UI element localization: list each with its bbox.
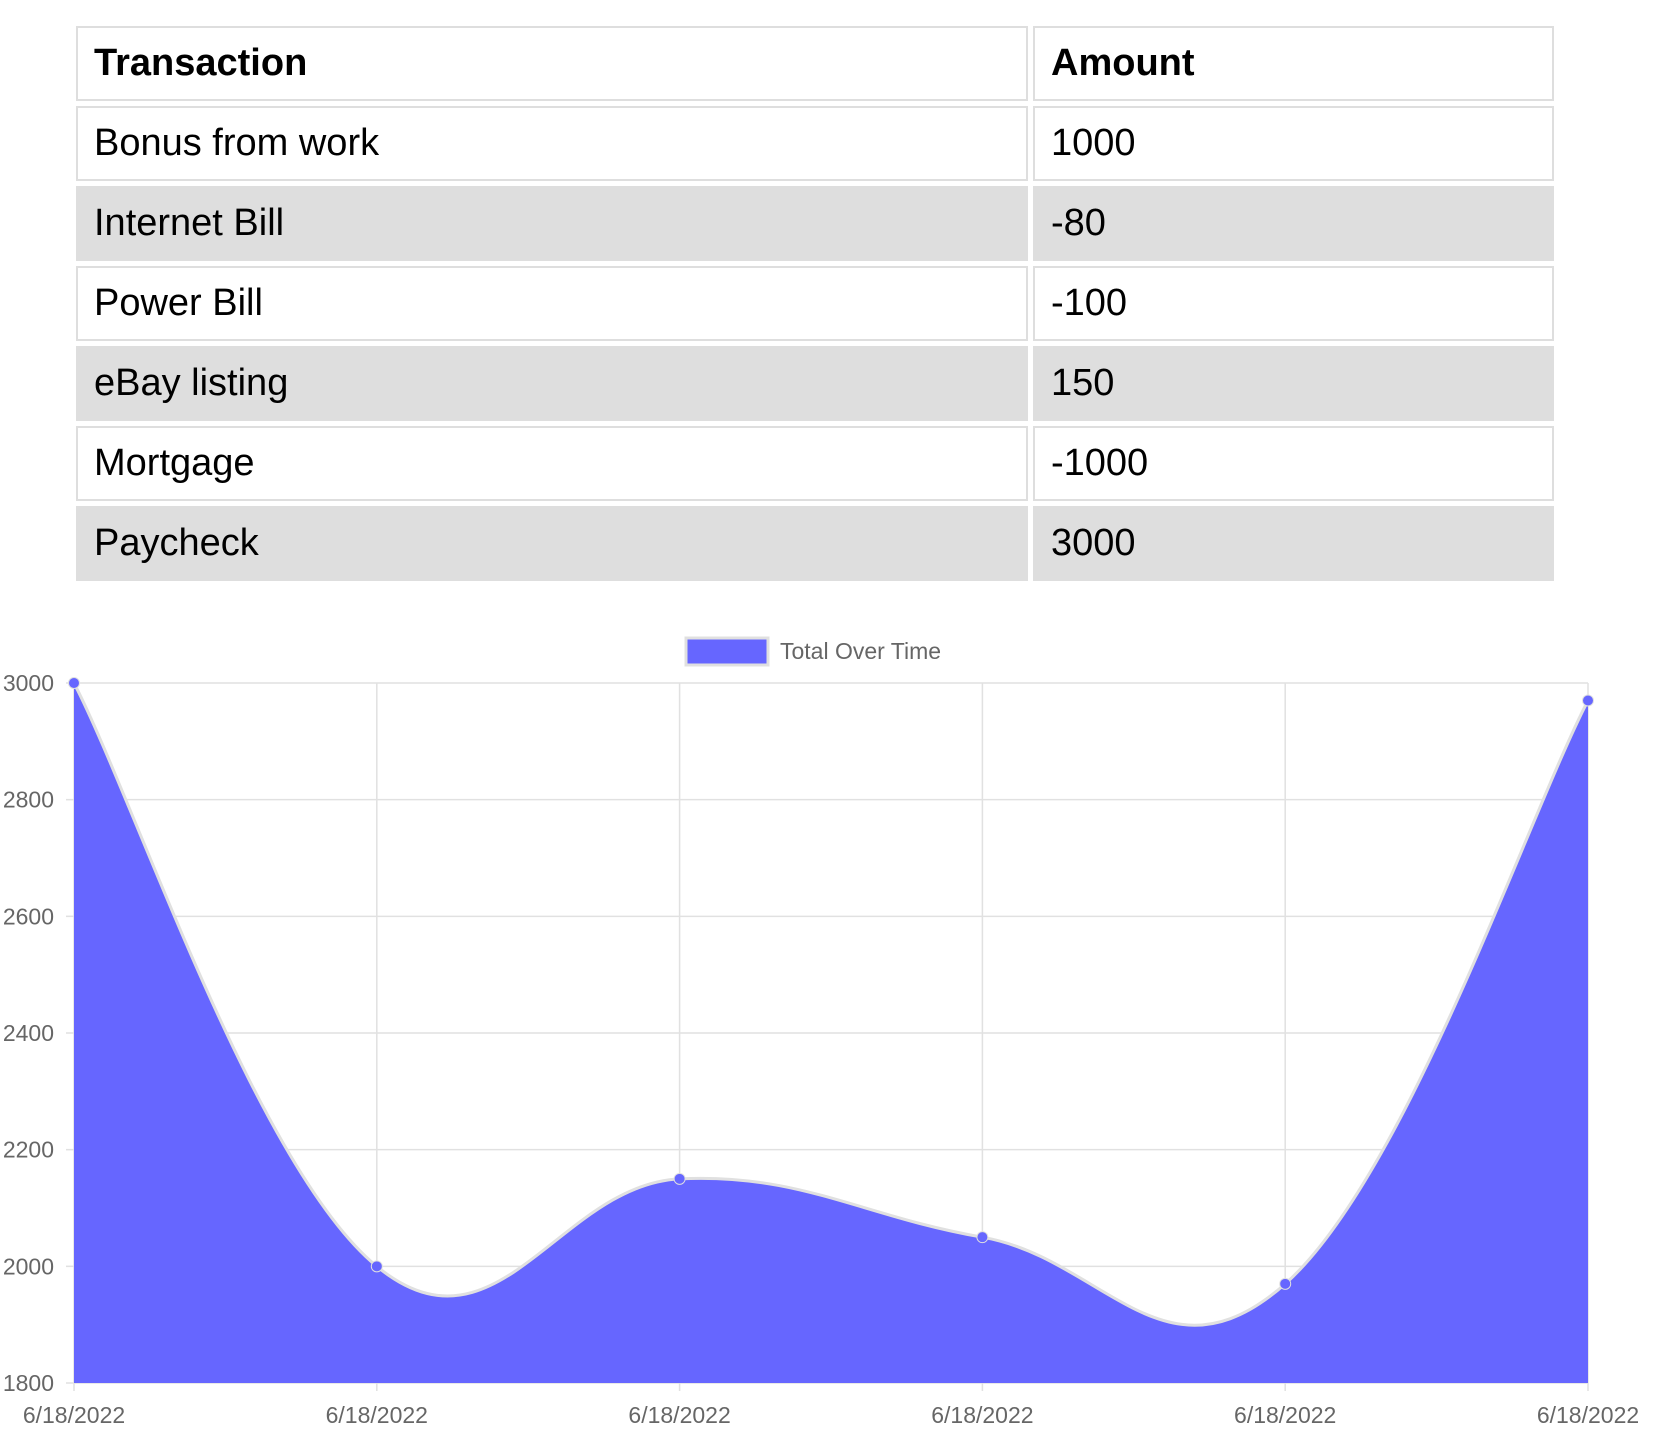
x-tick-label: 6/18/2022 [1234,1402,1336,1428]
x-tick-label: 6/18/2022 [628,1402,730,1428]
legend-label: Total Over Time [780,638,941,664]
table-row: Paycheck 3000 [76,506,1554,581]
chart-legend[interactable]: Total Over Time [684,636,941,667]
x-tick-label: 6/18/2022 [1537,1402,1639,1428]
transaction-name: eBay listing [76,346,1028,421]
x-tick-label: 6/18/2022 [931,1402,1033,1428]
transaction-column-header: Transaction [76,26,1028,101]
y-tick-label: 2800 [3,787,54,813]
total-over-time-chart: Total Over Time 1800 2000 2200 2400 2600 2800… [3,636,1639,1428]
transaction-amount: 3000 [1033,506,1554,581]
transaction-amount: 1000 [1033,106,1554,181]
transaction-name: Paycheck [76,506,1028,581]
y-axis: 1800 2000 2200 2400 2600 2800 3000 [3,670,54,1396]
transaction-name: Power Bill [76,266,1028,341]
legend-swatch [684,636,770,667]
data-point[interactable] [1279,1277,1292,1290]
y-tick-label: 1800 [3,1370,54,1396]
transaction-name: Internet Bill [76,186,1028,261]
transaction-amount: -1000 [1033,426,1554,501]
y-tick-label: 3000 [3,670,54,696]
data-point[interactable] [370,1260,383,1273]
table-row: Internet Bill -80 [76,186,1554,261]
transaction-amount: 150 [1033,346,1554,421]
amount-column-header: Amount [1033,26,1554,101]
y-tick-label: 2400 [3,1020,54,1046]
y-tick-label: 2000 [3,1253,54,1279]
table-row: Bonus from work 1000 [76,106,1554,181]
data-point[interactable] [976,1231,989,1244]
data-point[interactable] [1582,694,1594,707]
y-tick-label: 2200 [3,1137,54,1163]
y-tick-label: 2600 [3,903,54,929]
transaction-amount: -80 [1033,186,1554,261]
table-row: Power Bill -100 [76,266,1554,341]
transaction-name: Mortgage [76,426,1028,501]
x-axis: 6/18/2022 6/18/2022 6/18/2022 6/18/2022 6/18… [23,1402,1639,1428]
table-header-row: Transaction Amount [76,26,1554,101]
transaction-amount: -100 [1033,266,1554,341]
x-tick-label: 6/18/2022 [23,1402,125,1428]
transaction-name: Bonus from work [76,106,1028,181]
transactions-table: Transaction Amount Bonus from work 1000 … [71,21,1559,586]
x-tick-label: 6/18/2022 [326,1402,428,1428]
data-point[interactable] [68,677,80,689]
table-row: Mortgage -1000 [76,426,1554,501]
table-row: eBay listing 150 [76,346,1554,421]
data-point[interactable] [673,1172,686,1185]
